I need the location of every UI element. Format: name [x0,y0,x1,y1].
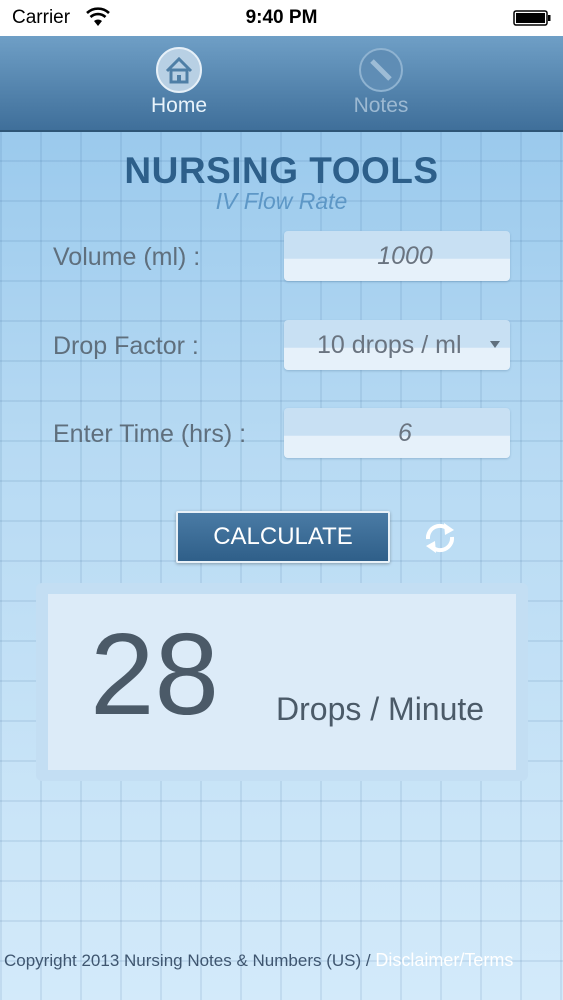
battery-icon [513,10,551,26]
result-panel: 28 Drops / Minute [36,583,528,781]
page-title: NURSING TOOLS [124,150,439,191]
disclaimer-link[interactable]: Disclaimer/Terms [375,950,513,970]
result-box: 28 Drops / Minute [48,594,516,770]
volume-value: 1000 [377,242,433,270]
time-label: Enter Time (hrs) : [53,420,247,448]
volume-label: Volume (ml) : [53,243,201,271]
tab-home[interactable]: Home [124,46,234,118]
footer: Copyright 2013 Nursing Notes & Numbers (… [4,950,513,971]
status-bar: Carrier 9:40 PM [0,0,563,36]
refresh-icon[interactable] [420,518,460,558]
page-subtitle: IV Flow Rate [215,188,348,214]
result-unit: Drops / Minute [276,691,485,727]
tab-notes[interactable]: Notes [326,46,436,118]
drop-factor-select[interactable]: 10 drops / ml [284,320,510,370]
chevron-down-icon [490,341,500,348]
drop-factor-label: Drop Factor : [53,332,199,360]
tab-bar: Home Notes [0,36,563,132]
drop-factor-value: 10 drops / ml [317,331,462,359]
pencil-icon [359,48,403,92]
result-value: 28 [90,609,220,739]
volume-input[interactable]: 1000 [284,231,510,281]
copyright-text: Copyright 2013 Nursing Notes & Numbers (… [4,951,371,970]
clock: 9:40 PM [245,7,318,28]
time-value: 6 [398,419,412,447]
home-icon [156,47,202,93]
tab-notes-label: Notes [353,94,409,117]
time-input[interactable]: 6 [284,408,510,458]
tab-home-label: Home [150,94,208,117]
calculate-button[interactable]: CALCULATE [176,511,390,563]
